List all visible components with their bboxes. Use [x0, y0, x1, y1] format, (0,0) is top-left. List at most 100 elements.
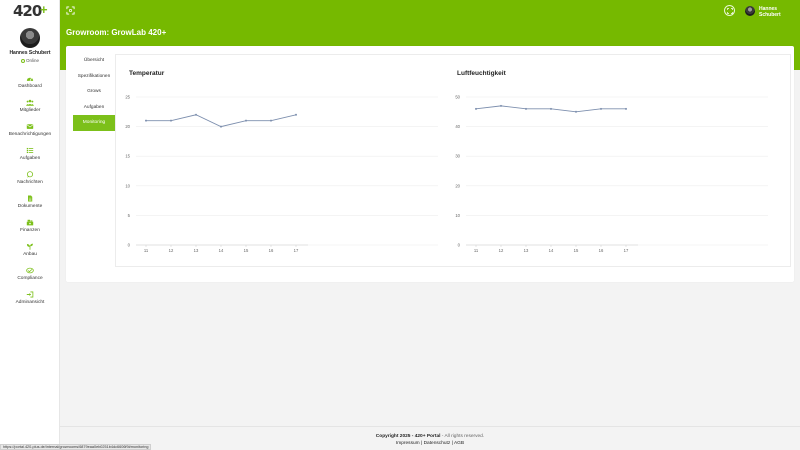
data-point — [220, 125, 222, 128]
sidebar-item-adminansicht[interactable]: Adminansicht — [0, 291, 60, 315]
expand-button[interactable] — [724, 5, 735, 16]
x-tick-label: 17 — [624, 248, 629, 253]
sidebar-item-mitglieder[interactable]: Mitglieder — [0, 99, 60, 123]
sidebar-item-dashboard[interactable]: Dashboard — [0, 75, 60, 99]
x-tick-label: 14 — [219, 248, 224, 253]
handshake-icon — [26, 267, 34, 274]
sidebar-item-nachrichten[interactable]: Nachrichten — [0, 171, 60, 195]
brand-logo[interactable]: 420 + — [13, 3, 49, 20]
sidebar-item-label: Compliance — [17, 276, 43, 281]
series-line — [146, 114, 297, 128]
y-tick-label: 25 — [125, 95, 130, 100]
data-point — [600, 107, 602, 110]
x-tick-label: 14 — [549, 248, 554, 253]
datenschutz-link[interactable]: Datenschutz — [424, 441, 451, 446]
sidebar: 420 + Hannes Schubert Online Dashboard M… — [0, 0, 60, 450]
user-name: Hannes Schubert — [9, 50, 51, 56]
sidebar-item-label: Mitglieder — [19, 108, 41, 113]
sidebar-item-label: Anbau — [23, 252, 37, 257]
sidebar-item-finanzen[interactable]: Finanzen — [0, 219, 60, 243]
impressum-link[interactable]: Impressum — [396, 441, 420, 446]
fullscreen-icon[interactable] — [66, 6, 75, 15]
sidebar-item-anbau[interactable]: Anbau — [0, 243, 60, 267]
x-tick-label: 17 — [294, 248, 299, 253]
sidebar-item-label: Benachrichtigungen — [8, 132, 52, 137]
document-icon — [28, 195, 33, 202]
data-point — [475, 107, 477, 110]
data-point — [550, 107, 552, 110]
y-tick-label: 0 — [458, 243, 461, 248]
sidebar-item-label: Adminansicht — [15, 300, 45, 305]
envelope-icon — [26, 124, 34, 129]
logo-text: 420 — [13, 2, 42, 20]
sidebar-item-compliance[interactable]: Compliance — [0, 267, 60, 291]
header-user-name[interactable]: Hannes Schubert — [759, 6, 800, 18]
tab-aufgaben[interactable]: Aufgaben — [73, 100, 115, 116]
chat-icon — [26, 171, 34, 178]
users-icon — [26, 99, 34, 106]
footer-separator: | — [421, 441, 423, 446]
data-point — [170, 119, 172, 122]
y-tick-label: 30 — [455, 154, 460, 159]
agb-link[interactable]: AGB — [454, 441, 464, 446]
y-tick-label: 20 — [125, 124, 130, 129]
x-tick-label: 11 — [144, 248, 149, 253]
footer-links: Impressum | Datenschutz | AGB — [60, 441, 800, 446]
y-tick-label: 15 — [125, 154, 130, 159]
y-tick-label: 10 — [125, 183, 130, 188]
sidebar-item-label: Aufgaben — [19, 156, 41, 161]
y-tick-label: 5 — [128, 213, 131, 218]
data-point — [195, 113, 197, 116]
tab-grows[interactable]: Grows — [73, 84, 115, 100]
data-point — [575, 110, 577, 113]
money-icon — [26, 219, 34, 226]
rights-text: - All rights reserved. — [440, 434, 485, 439]
y-tick-label: 50 — [455, 95, 460, 100]
data-point — [500, 104, 502, 107]
humidity-chart: 0 10 20 30 40 50 11 12 13 14 15 16 17 — [455, 95, 768, 253]
sidebar-item-label: Finanzen — [20, 228, 40, 233]
footer: Copyright 2025 - 420+ Portal - All right… — [60, 426, 800, 450]
x-tick-label: 12 — [499, 248, 504, 253]
data-point — [625, 107, 627, 110]
y-tick-label: 10 — [455, 213, 460, 218]
expand-icon — [726, 7, 733, 14]
sidebar-item-benachrichtigungen[interactable]: Benachrichtigungen — [0, 123, 60, 147]
page-title: Growroom: GrowLab 420+ — [66, 28, 167, 37]
tab-spezifikationen[interactable]: Spezifikationen — [73, 69, 115, 85]
tab-monitoring[interactable]: Monitoring — [73, 115, 115, 131]
sidebar-item-aufgaben[interactable]: Aufgaben — [0, 147, 60, 171]
copyright-text: Copyright 2025 - 420+ Portal — [375, 434, 441, 439]
x-tick-label: 13 — [194, 248, 199, 253]
y-tick-label: 20 — [455, 183, 460, 188]
y-tick-label: 40 — [455, 124, 460, 129]
x-tick-label: 15 — [574, 248, 579, 253]
sidebar-item-label: Dashboard — [18, 84, 42, 89]
footer-separator: | — [451, 441, 453, 446]
online-status-icon — [20, 58, 25, 63]
user-status-label: Online — [25, 58, 39, 63]
temperature-chart-title: Temperatur — [129, 70, 165, 77]
x-tick-label: 12 — [169, 248, 174, 253]
tasks-icon — [26, 147, 34, 154]
x-tick-label: 16 — [269, 248, 274, 253]
data-point — [270, 119, 272, 122]
y-tick-label: 0 — [128, 243, 131, 248]
tab-uebersicht[interactable]: Übersicht — [73, 53, 115, 69]
sidebar-item-label: Dokumente — [17, 204, 43, 209]
seedling-icon — [26, 243, 33, 250]
tab-list: Übersicht Spezifikationen Grows Aufgaben… — [73, 53, 115, 131]
gauge-icon — [26, 77, 34, 82]
sidebar-item-dokumente[interactable]: Dokumente — [0, 195, 60, 219]
data-point — [295, 113, 297, 116]
temperature-chart: 0 5 10 15 20 25 11 12 13 14 15 16 17 — [125, 95, 438, 253]
growroom-card: Übersicht Spezifikationen Grows Aufgaben… — [66, 46, 794, 282]
browser-status-url: https://portal.420-plus.de/internal/grow… — [0, 444, 152, 450]
header-edge — [796, 46, 800, 70]
user-status: Online — [0, 58, 60, 63]
sidebar-nav: Dashboard Mitglieder Benachrichtigungen … — [0, 75, 60, 315]
header-avatar[interactable] — [745, 6, 755, 16]
avatar — [20, 28, 40, 48]
x-tick-label: 11 — [474, 248, 479, 253]
logo-plus: + — [40, 2, 48, 17]
